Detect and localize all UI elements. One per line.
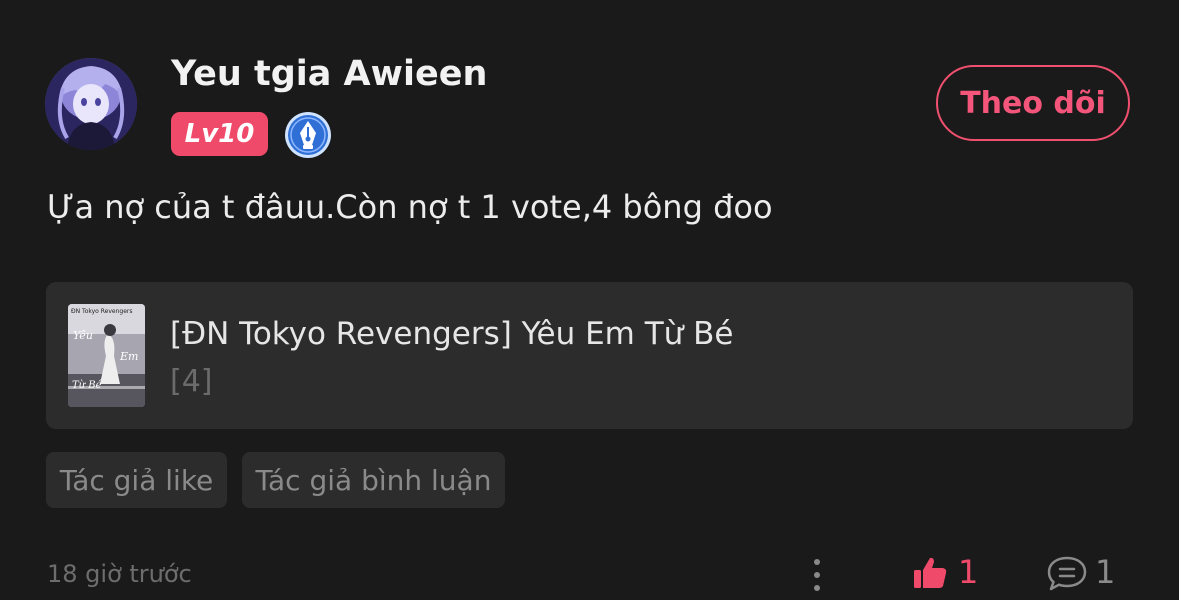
like-count: 1 [958,553,979,591]
avatar[interactable] [45,58,137,150]
more-options-icon[interactable] [806,556,828,594]
story-card[interactable]: ĐN Tokyo Revengers Yêu Em Từ Bé [ĐN Toky… [46,282,1133,429]
reply-bubble-icon[interactable] [1046,555,1088,593]
story-cover-image: ĐN Tokyo Revengers Yêu Em Từ Bé [68,304,145,407]
story-title: [ĐN Tokyo Revengers] Yêu Em Từ Bé [170,316,734,352]
level-badge: Lv10 [171,112,268,156]
timestamp: 18 giờ trước [47,560,192,588]
cover-series-text: ĐN Tokyo Revengers [71,308,132,315]
story-chapter: [4] [170,364,213,399]
thumbs-up-icon[interactable] [912,555,948,591]
comment-text: Ựa nợ của t đâuu.Còn nợ t 1 vote,4 bông … [47,188,773,226]
follow-button[interactable]: Theo dõi [936,65,1130,141]
username[interactable]: Yeu tgia Awieen [171,54,487,94]
cover-title-line1: Yêu [73,329,93,342]
tag-author-like[interactable]: Tác giả like [46,452,227,508]
tag-author-reply[interactable]: Tác giả bình luận [242,452,505,508]
cover-title-line3: Từ Bé [72,380,102,391]
pen-nib-badge-icon [284,111,332,159]
reply-count: 1 [1095,553,1116,591]
cover-title-line2: Em [119,350,138,363]
